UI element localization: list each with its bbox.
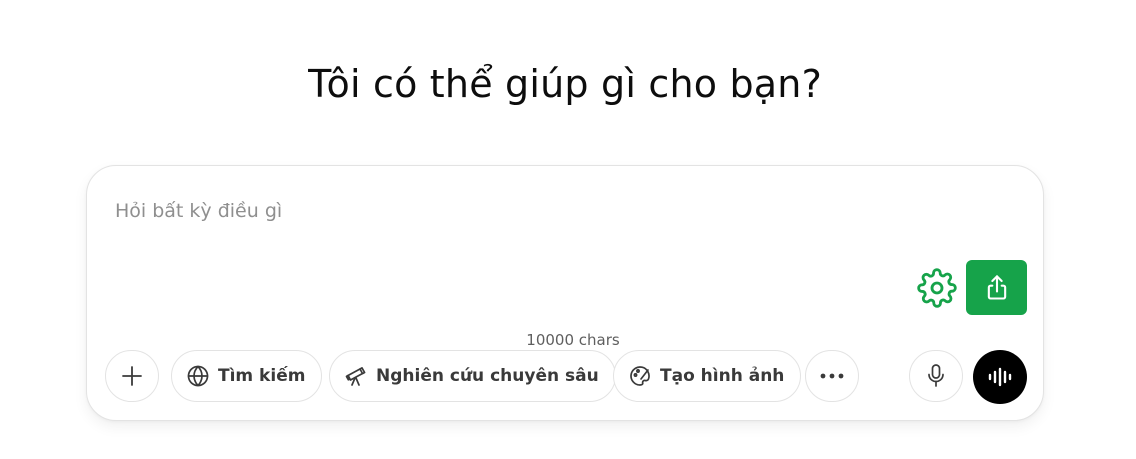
create-image-button[interactable]: Tạo hình ảnh: [613, 350, 802, 402]
deep-research-button-label: Nghiên cứu chuyên sâu: [376, 366, 599, 386]
settings-button[interactable]: [915, 266, 959, 310]
page-title: Tôi có thể giúp gì cho bạn?: [308, 62, 822, 106]
palette-icon: [628, 364, 652, 388]
char-count: 10000 chars: [526, 331, 620, 349]
deep-research-button[interactable]: Nghiên cứu chuyên sâu: [329, 350, 616, 402]
telescope-icon: [344, 364, 368, 388]
microphone-button[interactable]: [909, 350, 963, 402]
prompt-input[interactable]: [115, 194, 895, 228]
search-button[interactable]: Tìm kiếm: [171, 350, 323, 402]
share-button[interactable]: [966, 260, 1027, 315]
plus-icon: [120, 364, 144, 388]
voice-mode-button[interactable]: [973, 350, 1027, 404]
add-button[interactable]: [105, 350, 159, 402]
gear-icon: [917, 268, 957, 308]
search-button-label: Tìm kiếm: [218, 366, 306, 386]
share-icon: [983, 273, 1011, 303]
globe-icon: [186, 364, 210, 388]
more-icon: [819, 372, 845, 380]
create-image-button-label: Tạo hình ảnh: [660, 366, 785, 386]
page: Tôi có thể giúp gì cho bạn? 10000 chars: [0, 0, 1136, 459]
waveform-icon: [987, 366, 1013, 388]
more-options-button[interactable]: [805, 350, 859, 402]
chat-composer: 10000 chars Tìm kiếm: [86, 165, 1044, 421]
microphone-icon: [924, 363, 948, 389]
